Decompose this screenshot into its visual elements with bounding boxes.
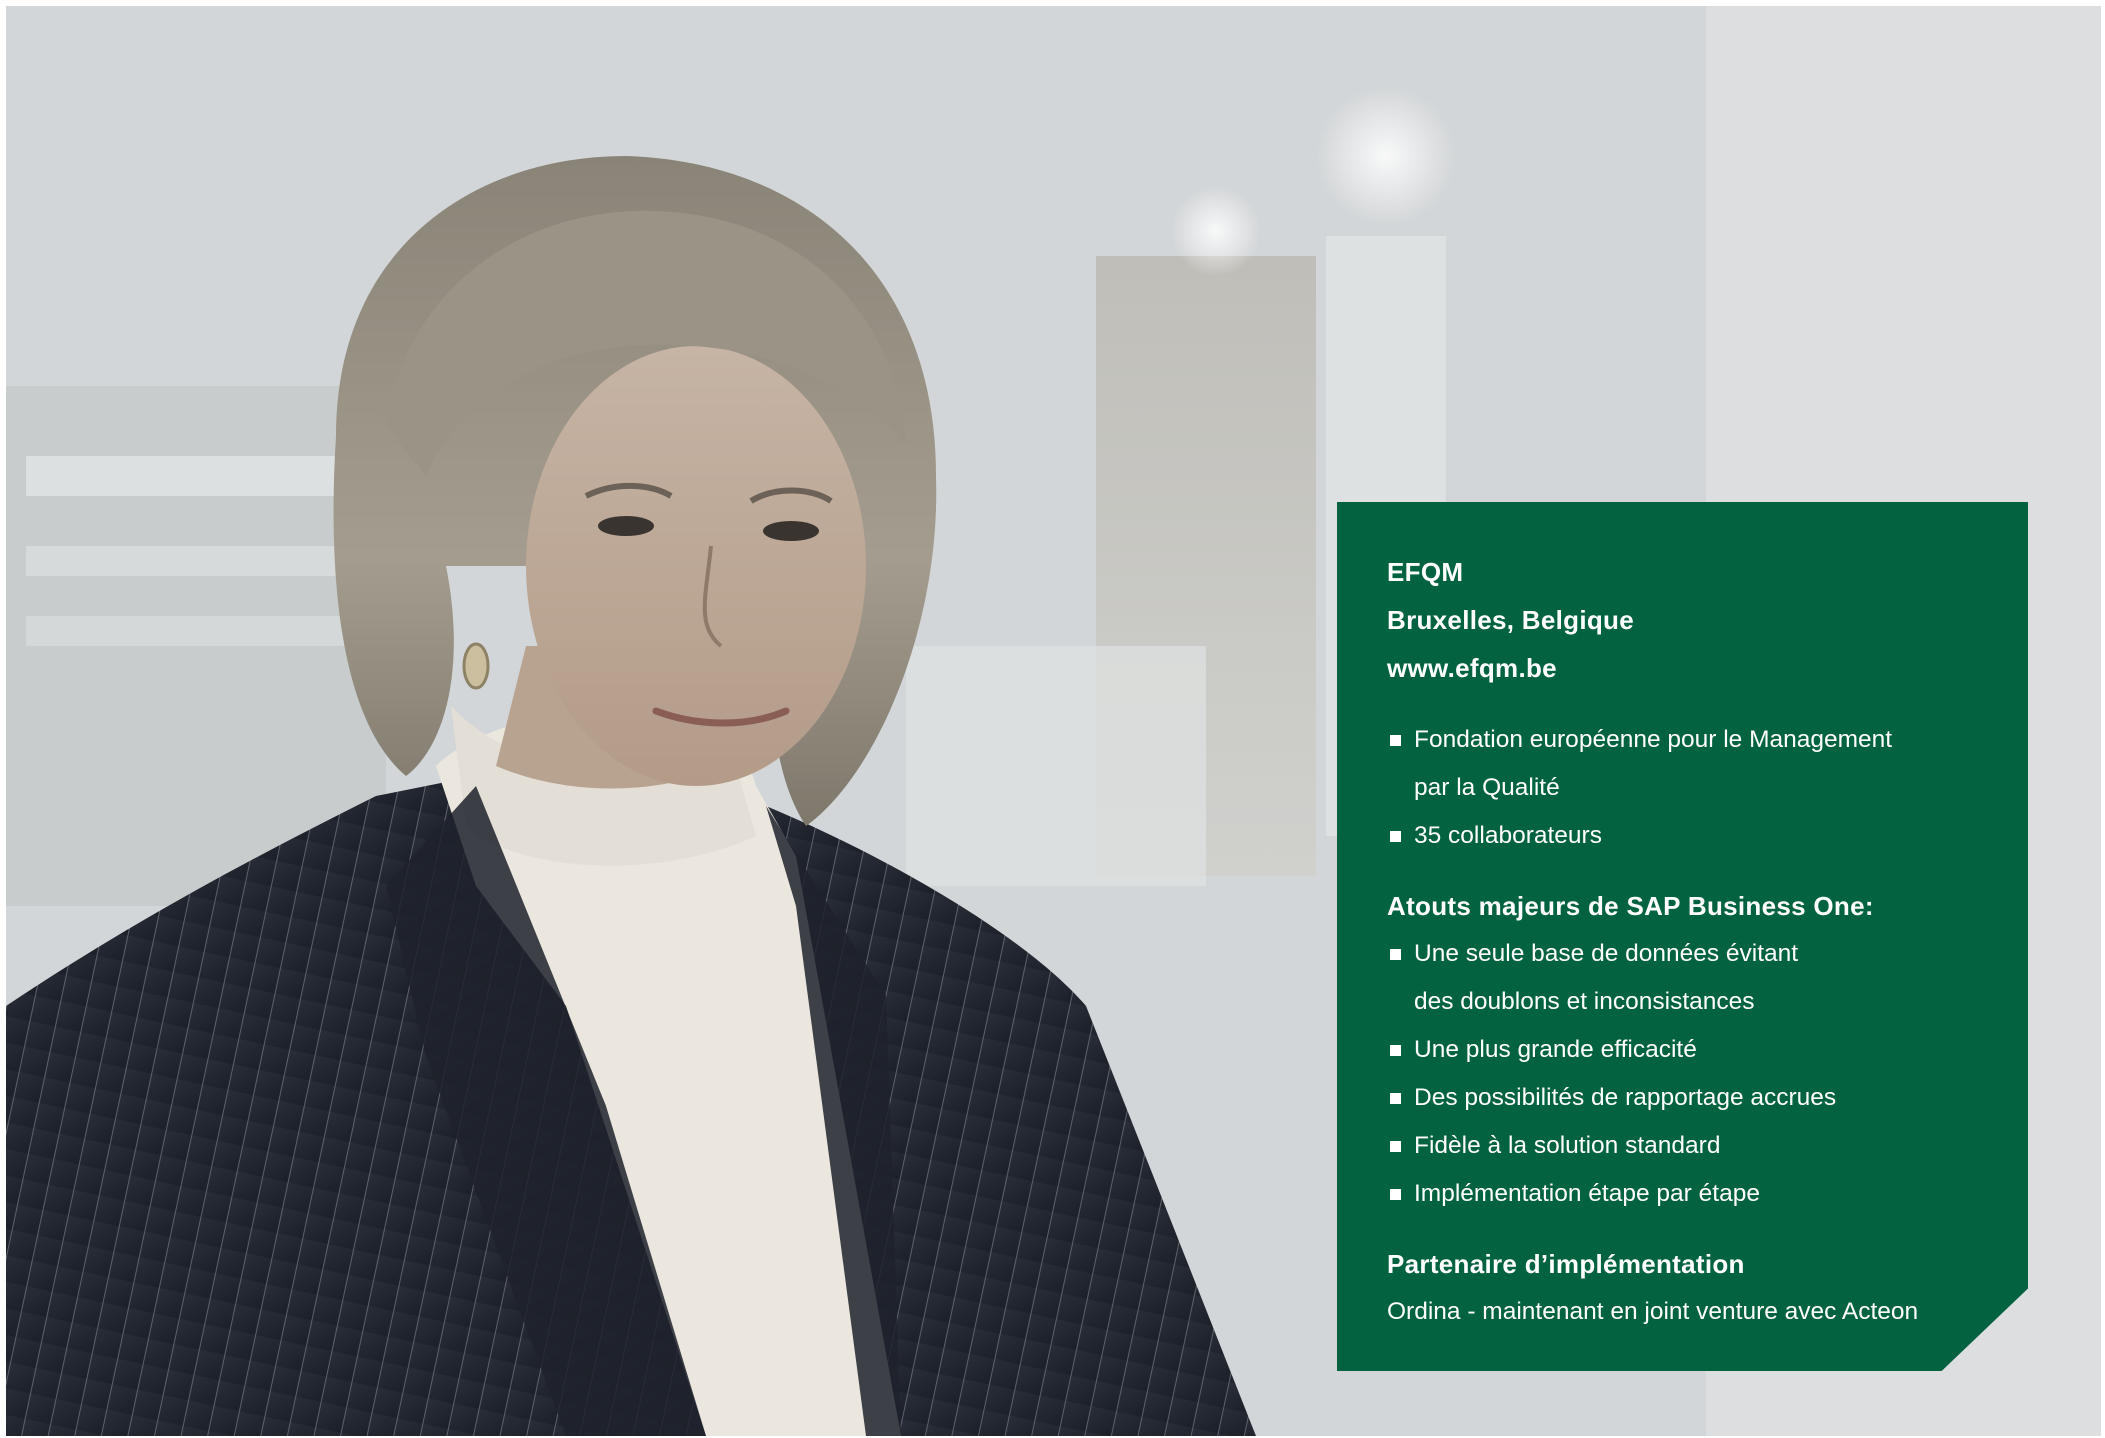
square-bullet-icon: [1390, 735, 1401, 746]
list-item: 35 collaborateurs: [1387, 812, 1998, 860]
square-bullet-icon: [1390, 831, 1401, 842]
list-item: Fondation européenne pour le Management …: [1387, 716, 1998, 812]
brochure-page: EFQM Bruxelles, Belgique www.efqm.be Fon…: [0, 0, 2105, 1438]
square-bullet-icon: [1390, 1045, 1401, 1056]
info-panel-content: EFQM Bruxelles, Belgique www.efqm.be Fon…: [1387, 548, 1998, 1336]
list-item: Implémentation étape par étape: [1387, 1170, 1998, 1218]
square-bullet-icon: [1390, 949, 1401, 960]
list-item-text: Implémentation étape par étape: [1414, 1180, 1760, 1207]
facts-list: Fondation européenne pour le Management …: [1387, 716, 1998, 860]
list-item-text: Fondation européenne pour le Management: [1414, 726, 1893, 753]
list-item: Une plus grande efficacité: [1387, 1026, 1998, 1074]
list-item-continuation: par la Qualité: [1414, 774, 1560, 801]
list-item-text: Fidèle à la solution standard: [1414, 1132, 1721, 1159]
advantages-heading: Atouts majeurs de SAP Business One:: [1387, 891, 1874, 921]
list-item: Une seule base de données évitant des do…: [1387, 930, 1998, 1026]
square-bullet-icon: [1390, 1141, 1401, 1152]
list-item: Des possibilités de rapportage accrues: [1387, 1074, 1998, 1122]
list-item: Fidèle à la solution standard: [1387, 1122, 1998, 1170]
list-item-text: Une plus grande efficacité: [1414, 1036, 1697, 1063]
partner-heading: Partenaire d’implémentation: [1387, 1249, 1745, 1279]
list-item-text: Des possibilités de rapportage accrues: [1414, 1084, 1837, 1111]
partner-text: Ordina - maintenant en joint venture ave…: [1387, 1298, 1919, 1325]
list-item-text: Une seule base de données évitant: [1414, 940, 1799, 967]
list-item-text: 35 collaborateurs: [1414, 822, 1602, 849]
info-panel: EFQM Bruxelles, Belgique www.efqm.be Fon…: [1337, 502, 2028, 1371]
company-website: www.efqm.be: [1387, 653, 1557, 683]
advantages-list: Une seule base de données évitant des do…: [1387, 930, 1998, 1218]
square-bullet-icon: [1390, 1093, 1401, 1104]
square-bullet-icon: [1390, 1189, 1401, 1200]
company-location: Bruxelles, Belgique: [1387, 605, 1634, 635]
list-item-continuation: des doublons et inconsistances: [1414, 988, 1755, 1015]
company-name: EFQM: [1387, 557, 1464, 587]
